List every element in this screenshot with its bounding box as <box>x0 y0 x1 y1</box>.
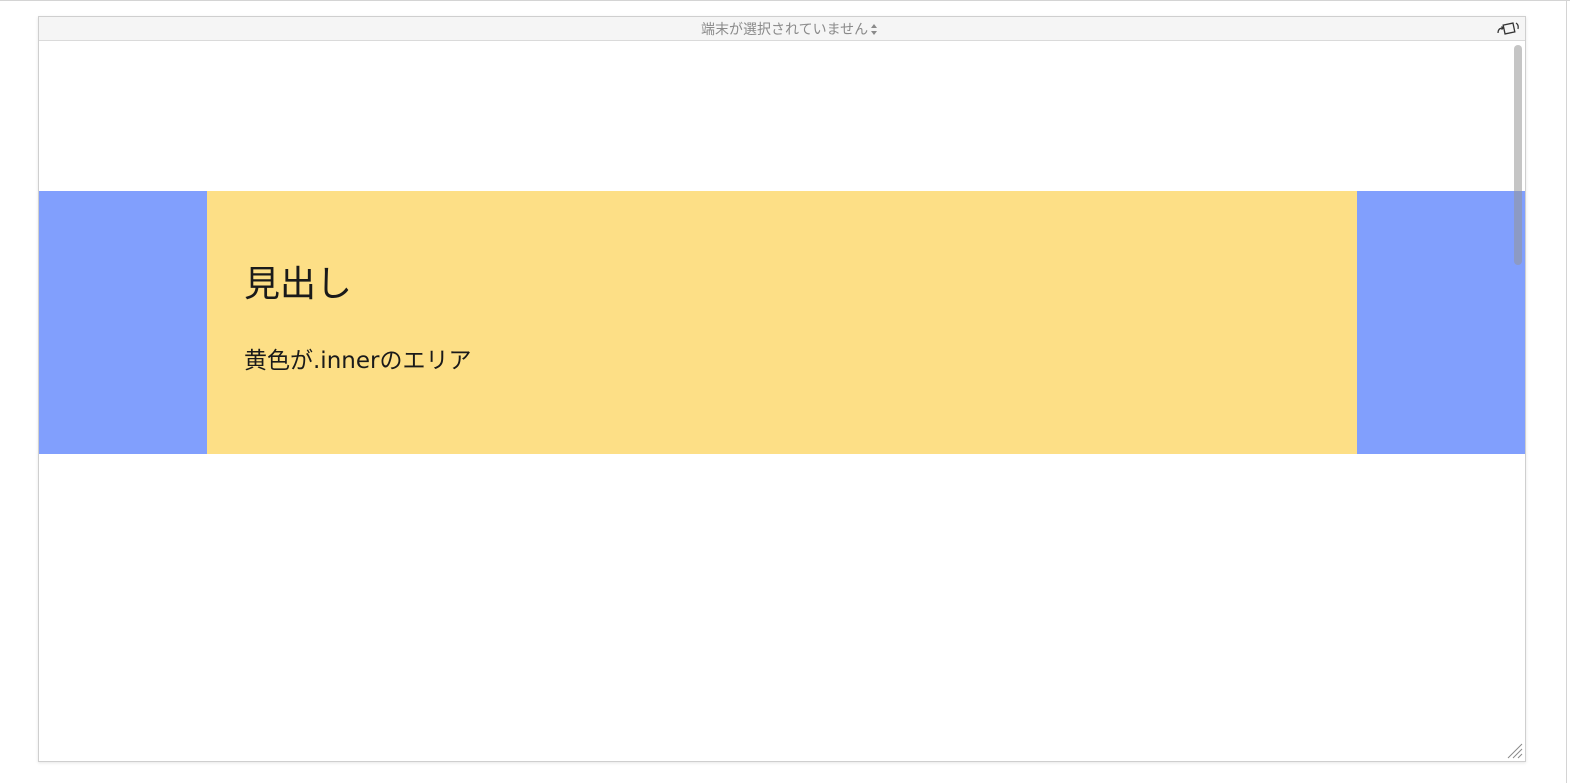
rotate-device-button[interactable] <box>1495 19 1521 39</box>
inner-area: 見出し 黄色が.innerのエリア <box>207 191 1357 454</box>
rotate-device-icon <box>1497 22 1519 35</box>
page-content: 見出し 黄色が.innerのエリア <box>39 41 1525 761</box>
resize-grip-icon <box>1507 743 1523 759</box>
device-select[interactable]: 端末が選択されていません <box>701 20 878 38</box>
resize-grip[interactable] <box>1505 741 1523 759</box>
page-right-border <box>1566 0 1567 783</box>
page-top-border <box>0 0 1570 1</box>
device-toolbar: 端末が選択されていません <box>39 17 1525 41</box>
inner-description: 黄色が.innerのエリア <box>244 348 472 374</box>
select-arrows-icon <box>871 23 878 35</box>
outer-section: 見出し 黄色が.innerのエリア <box>39 191 1525 454</box>
device-select-label: 端末が選択されていません <box>701 22 869 38</box>
scrollbar-thumb[interactable] <box>1514 45 1522 265</box>
responsive-viewport: 端末が選択されていません 見出し 黄色が.innerのエリア <box>38 16 1526 762</box>
heading: 見出し <box>244 264 353 305</box>
